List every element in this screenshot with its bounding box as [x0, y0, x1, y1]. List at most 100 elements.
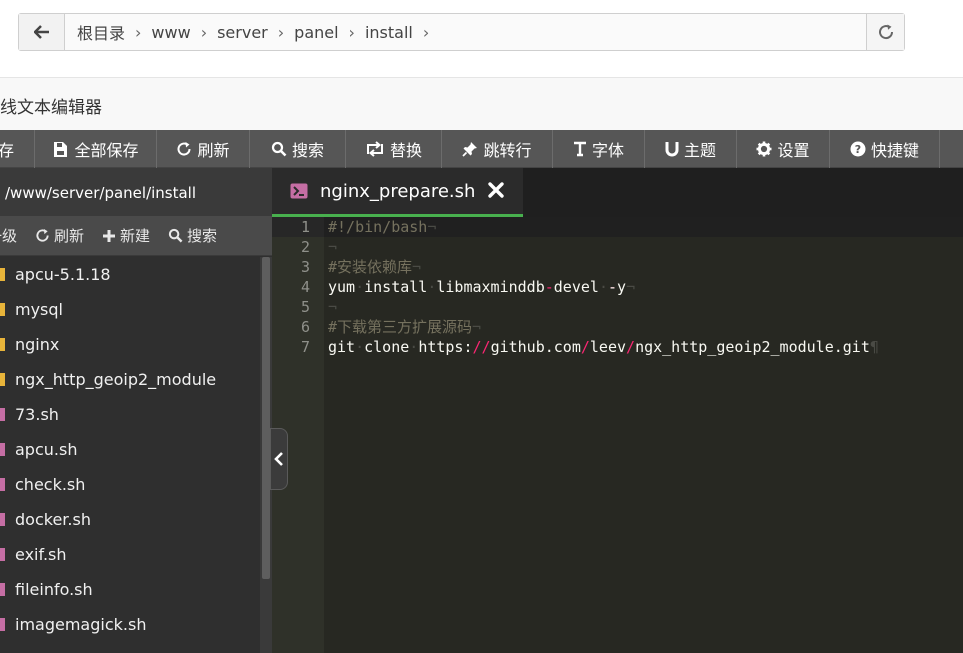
file-name: 73.sh: [15, 405, 59, 424]
sidebar-new-button[interactable]: 新建: [102, 225, 150, 246]
breadcrumb-root[interactable]: 根目录: [73, 20, 129, 44]
folder-icon: [0, 268, 5, 281]
toolbar-settings-button[interactable]: 设置: [737, 130, 830, 168]
plus-icon: [103, 229, 116, 242]
code-comment: #下载第三方扩展源码: [328, 318, 473, 336]
file-name: apcu.sh: [15, 440, 78, 459]
eol-marker: ¬: [412, 258, 422, 276]
breadcrumb-www[interactable]: www: [147, 23, 194, 42]
toolbar-goto-line-button[interactable]: 跳转行: [442, 130, 553, 168]
close-icon[interactable]: [487, 181, 505, 199]
breadcrumb-panel[interactable]: panel: [290, 23, 342, 42]
list-item-file[interactable]: docker.sh: [0, 502, 260, 537]
toolbar-label: 跳转行: [483, 141, 532, 160]
chevron-right-icon: ›: [348, 22, 355, 42]
list-item-folder[interactable]: apcu-5.1.18: [0, 257, 260, 292]
file-icon: [0, 513, 5, 526]
sidebar-refresh-button[interactable]: 刷新: [35, 225, 84, 246]
space-marker: ·: [355, 338, 365, 356]
line-number: 5: [300, 298, 310, 316]
sidebar-up-button[interactable]: 上一级: [0, 225, 17, 246]
toolbar-refresh-button[interactable]: 刷新: [157, 130, 250, 168]
list-item-folder[interactable]: nginx: [0, 327, 260, 362]
file-name: exif.sh: [15, 545, 67, 564]
file-name: fileinfo.sh: [15, 580, 93, 599]
code-token: clone: [364, 338, 410, 356]
code-token: git: [328, 338, 356, 356]
toolbar-label: 刷新: [197, 141, 230, 160]
code-operator: /: [580, 338, 590, 356]
list-item-file[interactable]: check.sh: [0, 467, 260, 502]
breadcrumb-server[interactable]: server: [213, 23, 272, 42]
code-line[interactable]: #!/bin/bash¬: [324, 217, 963, 237]
search-icon: [168, 228, 183, 243]
list-item-file[interactable]: imagemagick.sh: [0, 607, 260, 642]
code-token: https:: [418, 338, 473, 356]
line-number: 2: [300, 238, 310, 256]
back-button[interactable]: [19, 14, 65, 50]
file-list: apcu-5.1.18 mysql nginx ngx_http_geoip2_…: [0, 257, 260, 653]
list-item-file[interactable]: 73.sh: [0, 397, 260, 432]
code-area[interactable]: #!/bin/bash¬ ¬ #安装依赖库¬ yum·install·libma…: [324, 217, 963, 653]
code-line[interactable]: #安装依赖库¬: [324, 257, 963, 277]
path-refresh-button[interactable]: [866, 14, 904, 50]
path-bar: 根目录 › www › server › panel › install ›: [0, 0, 963, 77]
code-line[interactable]: ¬: [324, 237, 963, 257]
eol-marker: ¬: [427, 218, 437, 236]
line-number: 3: [300, 258, 310, 276]
folder-icon: [0, 303, 5, 316]
refresh-icon: [36, 228, 49, 242]
code-token: devel: [553, 278, 599, 296]
toolbar-label: 字体: [591, 141, 624, 160]
code-line[interactable]: #下载第三方扩展源码¬: [324, 317, 963, 337]
code-comment: #!/bin/bash: [328, 218, 428, 236]
file-icon: [0, 443, 5, 456]
list-item-file[interactable]: apcu.sh: [0, 432, 260, 467]
toolbar-search-button[interactable]: 搜索: [250, 130, 346, 168]
code-token: yum: [328, 278, 356, 296]
editor-tab-bar: nginx_prepare.sh: [272, 168, 963, 217]
toolbar-save-button[interactable]: 保存: [0, 130, 35, 168]
sidebar-collapse-toggle[interactable]: [270, 428, 288, 490]
sidebar-scrollbar-thumb[interactable]: [262, 257, 270, 579]
toolbar-label: 主题: [683, 141, 716, 160]
sidebar-actions: 上一级 刷新 新建 搜索: [0, 216, 272, 256]
sidebar-up-label: 上一级: [0, 227, 18, 245]
code-editor: nginx_prepare.sh 1 2 3 4 5 6 7 #!/bin/ba…: [272, 168, 963, 653]
toolbar-save-all-button[interactable]: 全部保存: [35, 130, 157, 168]
eol-marker: ¬: [472, 318, 482, 336]
code-line[interactable]: yum·install·libmaxminddb-devel·--y¬: [324, 277, 963, 297]
toolbar-font-button[interactable]: 字体: [553, 130, 645, 168]
list-item-folder[interactable]: mysql: [0, 292, 260, 327]
eof-marker: ¶: [869, 338, 879, 356]
list-item-file[interactable]: exif.sh: [0, 537, 260, 572]
folder-icon: [0, 373, 5, 386]
file-name: nginx: [15, 335, 60, 354]
sidebar-search-button[interactable]: 搜索: [168, 225, 217, 246]
toolbar-shortcuts-button[interactable]: ? 快捷键: [830, 130, 940, 168]
save-all-icon: [54, 141, 68, 157]
toolbar-replace-button[interactable]: 替换: [346, 130, 442, 168]
code-token: github.com: [490, 338, 581, 356]
pin-icon: [462, 142, 478, 157]
list-item-folder[interactable]: ngx_http_geoip2_module: [0, 362, 260, 397]
code-line[interactable]: ¬: [324, 297, 963, 317]
editor-title-bar: 在线文本编辑器: [0, 77, 963, 130]
toolbar-label: 搜索: [291, 141, 324, 160]
list-item-file[interactable]: fileinfo.sh: [0, 572, 260, 607]
file-name: docker.sh: [15, 510, 91, 529]
question-icon: ?: [850, 141, 866, 157]
editor-tab-active[interactable]: nginx_prepare.sh: [272, 168, 523, 217]
file-icon: [0, 618, 5, 631]
eol-marker: ¬: [626, 278, 636, 296]
gear-icon: [756, 141, 772, 157]
sidebar-new-label: 新建: [120, 227, 151, 245]
toolbar-label: 替换: [389, 141, 422, 160]
toolbar-label: 快捷键: [870, 141, 919, 160]
space-marker: ·: [409, 338, 419, 356]
code-line[interactable]: git·clone·https://github.com/leev/ngx_ht…: [324, 337, 963, 357]
file-name: apcu-5.1.18: [15, 265, 111, 284]
file-name: ngx_http_geoip2_module: [15, 370, 217, 389]
toolbar-theme-button[interactable]: 主题: [645, 130, 737, 168]
breadcrumb-install[interactable]: install: [361, 23, 417, 42]
